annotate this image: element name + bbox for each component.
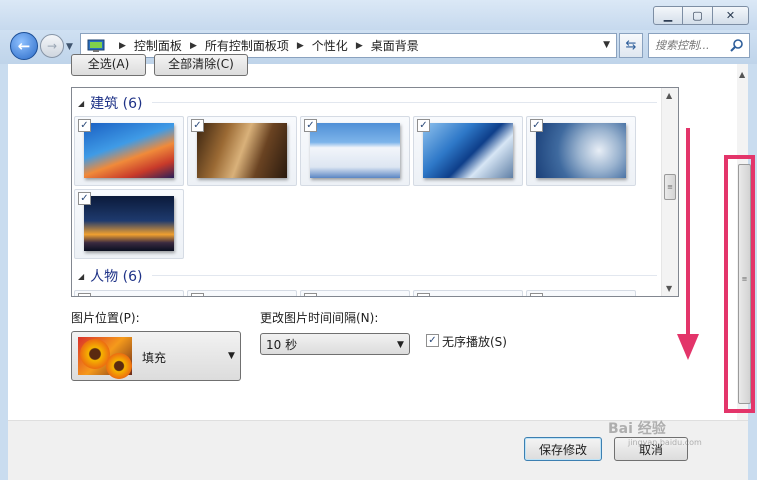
wallpaper-image (310, 123, 400, 178)
clear-all-button[interactable]: 全部清除(C) (154, 54, 248, 76)
breadcrumb-separator-icon: ▶ (296, 40, 304, 51)
wallpaper-thumbnail[interactable] (74, 290, 184, 296)
scroll-up-icon[interactable]: ▲ (739, 70, 745, 79)
wallpaper-thumbnail[interactable]: ✓ (74, 116, 184, 186)
group-title: 建筑 (6) (90, 96, 143, 112)
watermark-text: Bai 经验 (608, 421, 666, 437)
annotation-arrow-head-icon (677, 334, 699, 360)
wallpaper-image (84, 123, 174, 178)
control-panel-icon (87, 39, 105, 52)
annotation-arrow-shaft (686, 128, 690, 336)
group-divider (152, 275, 657, 276)
select-all-button[interactable]: 全选(A) (71, 54, 146, 76)
watermark: Bai 经验 jingyan.baidu.com (608, 418, 702, 447)
wallpaper-thumbnail[interactable] (526, 290, 636, 296)
save-changes-button[interactable]: 保存修改 (524, 437, 602, 461)
checkbox-checked-icon[interactable]: ✓ (78, 119, 91, 132)
wallpaper-thumbnail[interactable]: ✓ (300, 116, 410, 186)
search-input[interactable] (655, 39, 731, 52)
wallpaper-thumbnail[interactable]: ✓ (187, 116, 297, 186)
collapse-triangle-icon[interactable]: ◢ (78, 272, 84, 281)
breadcrumb-all-items[interactable]: 所有控制面板项 (205, 37, 289, 54)
close-button[interactable]: ✕ (713, 6, 749, 25)
maximize-icon: ▢ (692, 9, 703, 22)
forward-button[interactable]: → (40, 34, 64, 58)
recent-pages-dropdown-icon[interactable]: ▼ (66, 42, 73, 52)
back-button[interactable]: ← (10, 32, 38, 60)
wallpaper-gallery: ◢ 建筑 (6) ✓ ✓ ✓ ✓ ✓ ✓ ◢ 人物 (6) ▲ ≡ ▼ (71, 87, 679, 297)
checkbox-icon[interactable] (191, 293, 204, 296)
wallpaper-image (423, 123, 513, 178)
breadcrumb-separator-icon: ▶ (355, 40, 363, 51)
scroll-up-icon[interactable]: ▲ (666, 91, 672, 100)
window-controls: ▁ ▢ ✕ (653, 6, 749, 25)
checkbox-checked-icon[interactable]: ✓ (530, 119, 543, 132)
checkbox-checked-icon[interactable]: ✓ (304, 119, 317, 132)
wallpaper-thumbnail[interactable]: ✓ (413, 116, 523, 186)
shuffle-label[interactable]: 无序播放(S) (442, 333, 507, 350)
watermark-url: jingyan.baidu.com (628, 438, 702, 447)
checkbox-icon[interactable] (417, 293, 430, 296)
minimize-icon: ▁ (663, 9, 673, 22)
wallpaper-image (84, 196, 174, 251)
close-icon: ✕ (725, 9, 736, 22)
checkbox-icon[interactable] (78, 293, 91, 296)
search-icon[interactable] (730, 38, 744, 52)
checkbox-checked-icon[interactable]: ✓ (191, 119, 204, 132)
interval-dropdown[interactable]: 10 秒 ▼ (260, 333, 410, 355)
content-area: 全选(A) 全部清除(C) ◢ 建筑 (6) ✓ ✓ ✓ ✓ ✓ ✓ ◢ 人物 … (8, 54, 751, 420)
breadcrumb-desktop-background[interactable]: 桌面背景 (371, 37, 419, 54)
picture-position-dropdown[interactable]: 填充 ▼ (71, 331, 241, 381)
breadcrumb-control-panel[interactable]: 控制面板 (134, 37, 182, 54)
back-arrow-icon: ← (17, 37, 31, 55)
checkbox-icon[interactable] (304, 293, 317, 296)
wallpaper-thumbnail[interactable] (300, 290, 410, 296)
breadcrumb-personalization[interactable]: 个性化 (312, 37, 348, 54)
scroll-down-icon[interactable]: ▼ (666, 284, 672, 293)
window-titlebar: ▁ ▢ ✕ (0, 0, 757, 30)
dropdown-arrow-icon[interactable]: ▼ (397, 340, 404, 350)
group-header-architecture[interactable]: ◢ 建筑 (6) (78, 93, 142, 113)
shuffle-checkbox[interactable]: ✓ (426, 334, 439, 347)
collapse-triangle-icon[interactable]: ◢ (78, 99, 84, 108)
position-preview-image (78, 337, 132, 379)
forward-arrow-icon: → (46, 39, 58, 53)
address-dropdown-icon[interactable]: ▼ (603, 40, 610, 50)
wallpaper-image (197, 123, 287, 178)
breadcrumb-separator-icon: ▶ (189, 40, 197, 51)
maximize-button[interactable]: ▢ (683, 6, 713, 25)
minimize-button[interactable]: ▁ (653, 6, 683, 25)
checkbox-checked-icon[interactable]: ✓ (78, 192, 91, 205)
checkbox-icon[interactable] (530, 293, 543, 296)
interval-label: 更改图片时间间隔(N): (260, 311, 379, 325)
flower-shape (106, 353, 132, 379)
gallery-scrollbar[interactable]: ▲ ≡ ▼ (661, 88, 678, 296)
breadcrumb-separator-icon: ▶ (119, 40, 126, 51)
wallpaper-thumbnail[interactable] (413, 290, 523, 296)
dropdown-arrow-icon[interactable]: ▼ (228, 351, 235, 361)
group-divider (152, 102, 657, 103)
wallpaper-thumbnail[interactable]: ✓ (526, 116, 636, 186)
refresh-button[interactable]: ⇆ (619, 33, 643, 58)
interval-value: 10 秒 (266, 337, 298, 352)
wallpaper-thumbnail[interactable]: ✓ (74, 189, 184, 259)
annotation-highlight-box (724, 155, 755, 413)
group-header-people[interactable]: ◢ 人物 (6) (78, 266, 142, 286)
wallpaper-image (536, 123, 626, 178)
search-box[interactable] (648, 33, 750, 58)
wallpaper-thumbnail[interactable] (187, 290, 297, 296)
picture-position-label: 图片位置(P): (71, 311, 140, 325)
checkbox-checked-icon[interactable]: ✓ (417, 119, 430, 132)
refresh-icon: ⇆ (625, 38, 637, 53)
group-title: 人物 (6) (90, 269, 143, 285)
gallery-scroll-thumb[interactable]: ≡ (664, 174, 676, 200)
picture-position-value: 填充 (142, 351, 167, 365)
checkbox-checked-icon: ✓ (428, 335, 437, 346)
